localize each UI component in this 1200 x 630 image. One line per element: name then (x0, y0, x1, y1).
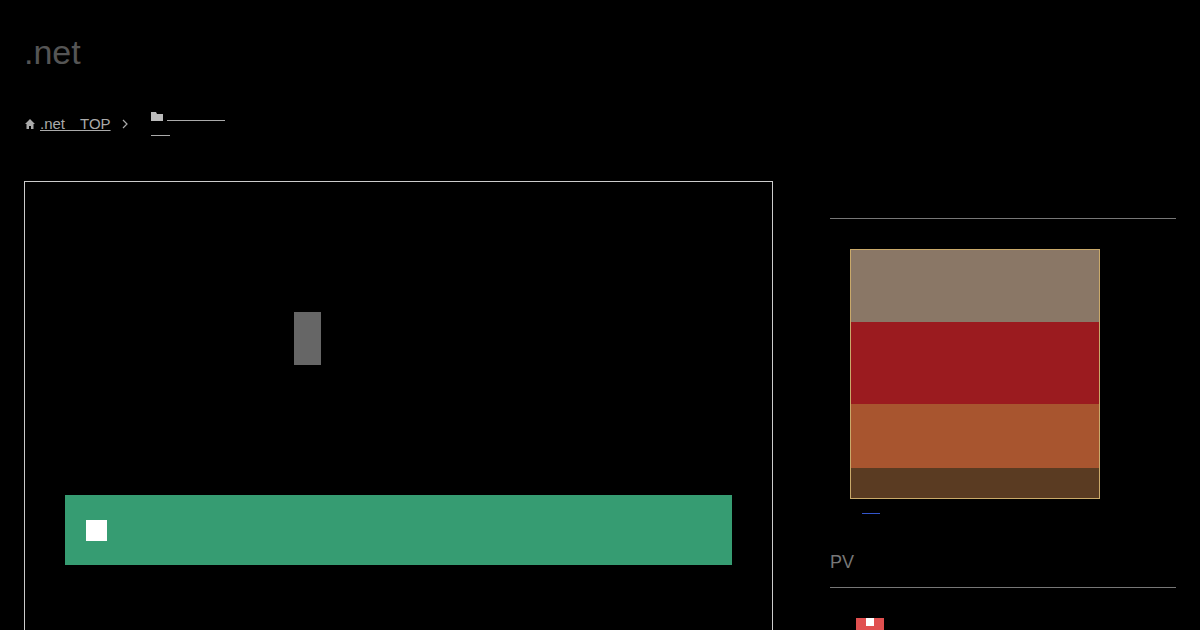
site-header: .net (24, 0, 1176, 74)
sidebar: PV (830, 181, 1176, 630)
content: PV (24, 181, 1176, 630)
breadcrumb-current[interactable] (151, 112, 225, 136)
rank-icon (856, 618, 884, 630)
chevron-icon (121, 119, 129, 129)
pv-heading: PV (830, 550, 1176, 574)
page: .net .net TOP PV (0, 0, 1200, 630)
ad-link[interactable] (862, 513, 880, 514)
site-title[interactable]: .net (24, 30, 1176, 74)
breadcrumb-item[interactable]: .net TOP (24, 114, 111, 134)
banner-square (86, 520, 107, 541)
article-card (24, 181, 773, 630)
breadcrumb: .net TOP (24, 104, 1176, 144)
image-placeholder (294, 312, 321, 365)
ad-banner[interactable] (850, 249, 1100, 499)
green-banner[interactable] (65, 495, 732, 565)
home-icon (24, 118, 36, 130)
folder-icon (151, 112, 163, 121)
